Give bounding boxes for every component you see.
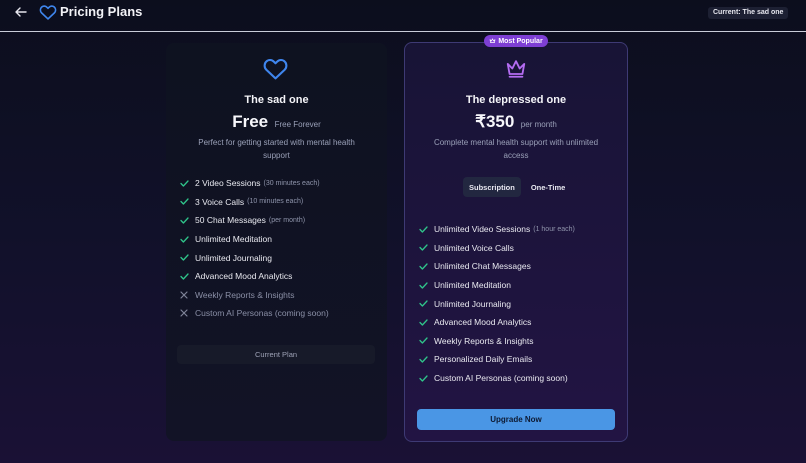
feature-item: Custom AI Personas (coming soon): [417, 369, 575, 388]
plan-card-free: The sad one Free Free Forever Perfect fo…: [166, 43, 387, 441]
feature-text: Unlimited Journaling: [195, 252, 273, 263]
check-icon: [417, 354, 429, 364]
toggle-subscription[interactable]: Subscription: [463, 177, 521, 197]
plan-price-suffix: Free Forever: [274, 120, 321, 129]
feature-text: Unlimited Journaling: [434, 298, 512, 309]
x-icon: [178, 290, 190, 300]
feature-item: Advanced Mood Analytics: [178, 267, 329, 286]
feature-item: 50 Chat Messages (per month): [178, 211, 329, 230]
badge-label: Most Popular: [498, 37, 543, 45]
crown-icon: [506, 60, 526, 78]
feature-note: (30 minutes each): [263, 179, 320, 187]
current-plan-badge: Current: The sad one: [708, 7, 789, 19]
feature-item-excluded: Custom AI Personas (coming soon): [178, 304, 329, 323]
check-icon: [417, 224, 429, 234]
current-plan-button[interactable]: Current Plan: [177, 345, 375, 364]
feature-text: Personalized Daily Emails: [434, 354, 533, 365]
feature-text: Advanced Mood Analytics: [195, 271, 293, 282]
feature-text: 3 Voice Calls: [195, 196, 245, 207]
plan-price: Free: [232, 112, 269, 131]
plan-description: Complete mental health support with unli…: [433, 138, 599, 160]
feature-note: (10 minutes each): [247, 198, 304, 206]
page-title: Pricing Plans: [60, 4, 143, 19]
check-icon: [178, 197, 190, 207]
check-icon: [178, 271, 190, 281]
feature-text: Weekly Reports & Insights: [434, 335, 534, 346]
feature-text: Unlimited Video Sessions: [434, 224, 531, 235]
feature-text: Custom AI Personas (coming soon): [195, 308, 329, 319]
check-icon: [178, 178, 190, 188]
feature-item: Unlimited Journaling: [178, 248, 329, 267]
feature-item: Unlimited Video Sessions (1 hour each): [417, 220, 575, 239]
feature-item: Unlimited Voice Calls: [417, 239, 575, 258]
plan-name: The depressed one: [465, 94, 567, 106]
check-icon: [417, 243, 429, 253]
feature-item: 2 Video Sessions (30 minutes each): [178, 174, 329, 193]
feature-item: Advanced Mood Analytics: [417, 313, 575, 332]
feature-text: Custom AI Personas (coming soon): [434, 373, 568, 384]
check-icon: [178, 253, 190, 263]
heart-icon: [263, 58, 288, 80]
check-icon: [417, 299, 429, 309]
price-row: ₹350 per month: [405, 112, 627, 132]
feature-item: Personalized Daily Emails: [417, 350, 575, 369]
check-icon: [417, 317, 429, 327]
feature-text: Unlimited Chat Messages: [434, 261, 531, 272]
check-icon: [417, 261, 429, 271]
feature-item: Unlimited Meditation: [178, 230, 329, 249]
feature-list: Unlimited Video Sessions (1 hour each) Un…: [417, 220, 575, 387]
feature-note: (per month): [268, 216, 306, 224]
feature-text: Unlimited Meditation: [434, 280, 512, 291]
app-header: Pricing Plans Current: The sad one: [0, 0, 806, 32]
feature-text: 2 Video Sessions: [195, 178, 261, 189]
check-icon: [417, 336, 429, 346]
feature-text: Weekly Reports & Insights: [195, 289, 295, 300]
feature-list: 2 Video Sessions (30 minutes each) 3 Voic…: [178, 174, 329, 323]
billing-toggle: Subscription One-Time: [463, 177, 571, 197]
plan-name: The sad one: [244, 94, 309, 106]
x-icon: [178, 308, 190, 318]
plan-description: Perfect for getting started with mental …: [198, 138, 355, 160]
check-icon: [178, 234, 190, 244]
feature-item-excluded: Weekly Reports & Insights: [178, 286, 329, 305]
feature-note: (1 hour each): [533, 225, 575, 233]
feature-item: Unlimited Chat Messages: [417, 257, 575, 276]
most-popular-badge: Most Popular: [484, 35, 548, 47]
feature-text: 50 Chat Messages: [195, 215, 266, 226]
feature-text: Unlimited Meditation: [195, 234, 273, 245]
plan-price-suffix: per month: [520, 120, 557, 129]
check-icon: [417, 373, 429, 383]
price-row: Free Free Forever: [166, 112, 387, 132]
check-icon: [178, 215, 190, 225]
feature-item: Unlimited Journaling: [417, 294, 575, 313]
crown-icon: [490, 38, 496, 43]
plan-card-premium: The depressed one ₹350 per month Complet…: [404, 42, 628, 442]
feature-item: 3 Voice Calls (10 minutes each): [178, 193, 329, 212]
back-button[interactable]: [12, 3, 30, 21]
heart-icon: [39, 5, 57, 20]
toggle-one-time[interactable]: One-Time: [525, 177, 571, 197]
arrow-left-icon: [15, 7, 27, 17]
check-icon: [417, 280, 429, 290]
feature-text: Unlimited Voice Calls: [434, 242, 514, 253]
feature-item: Weekly Reports & Insights: [417, 332, 575, 351]
feature-text: Advanced Mood Analytics: [434, 317, 532, 328]
plan-price: ₹350: [475, 112, 515, 131]
upgrade-now-button[interactable]: Upgrade Now: [417, 409, 615, 430]
feature-item: Unlimited Meditation: [417, 276, 575, 295]
